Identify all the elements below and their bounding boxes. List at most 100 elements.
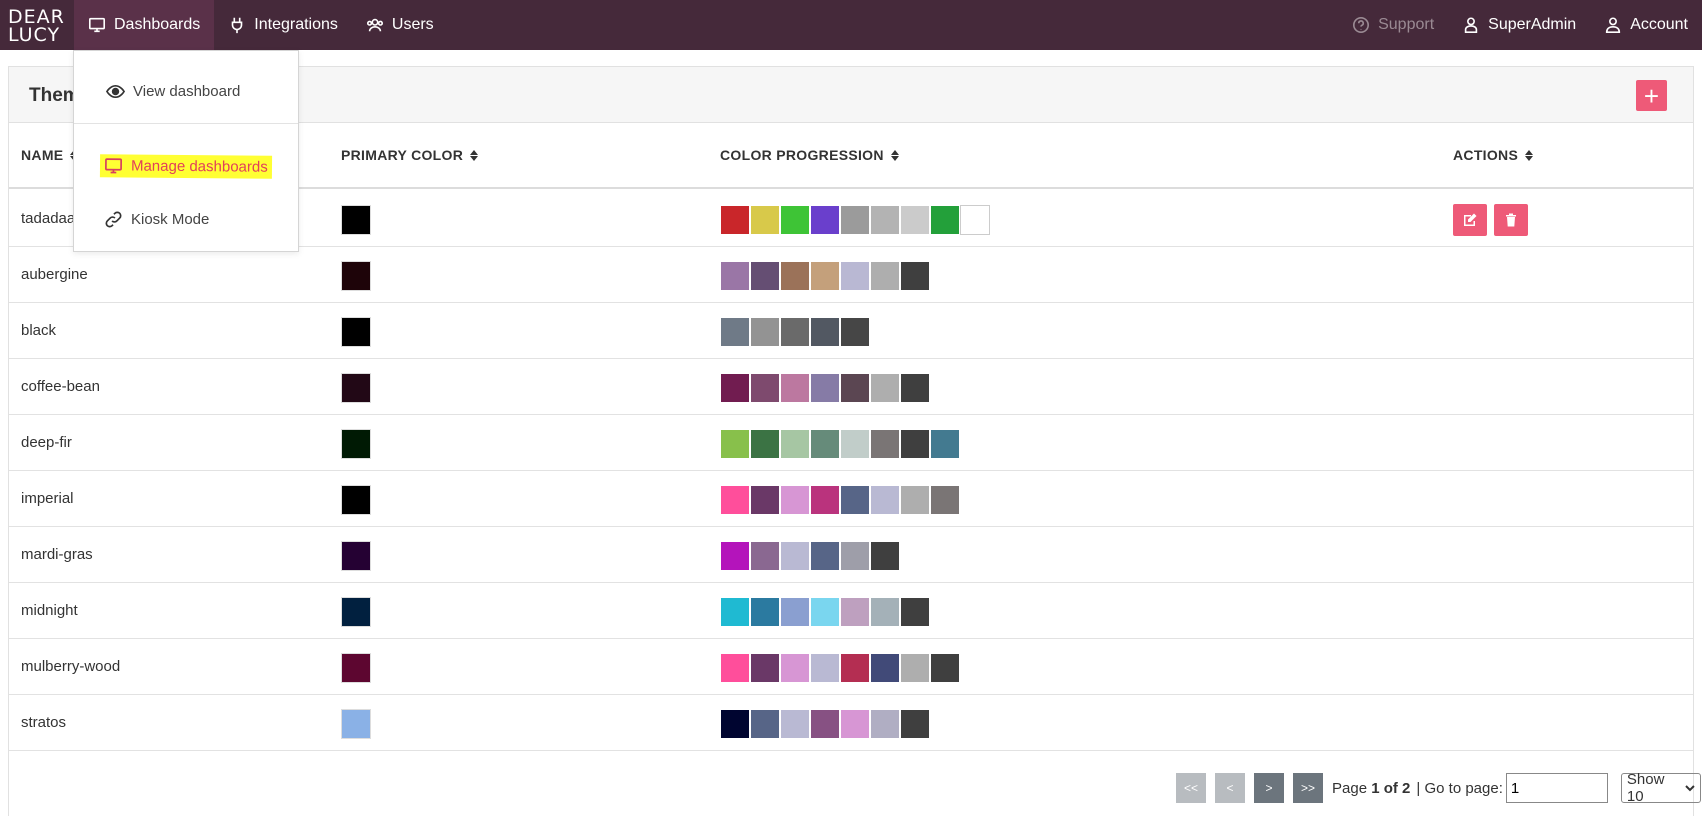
prev-page-button[interactable]: < <box>1215 773 1245 803</box>
theme-name: aubergine <box>21 266 88 283</box>
color-swatch <box>720 429 750 459</box>
theme-name: tadadaa <box>21 210 76 227</box>
nav-dashboards-label: Dashboards <box>114 16 201 33</box>
color-swatch <box>780 485 810 515</box>
color-swatch <box>810 205 840 235</box>
table-row: stratos <box>9 695 1693 751</box>
color-swatch <box>720 541 750 571</box>
color-swatch <box>780 709 810 739</box>
color-progression <box>720 429 960 459</box>
color-swatch <box>810 373 840 403</box>
color-swatch <box>840 541 870 571</box>
menu-item-kiosk-label: Kiosk Mode <box>131 211 210 228</box>
primary-color-swatch <box>341 485 371 515</box>
color-progression <box>720 653 960 683</box>
color-swatch <box>840 597 870 627</box>
color-swatch <box>810 541 840 571</box>
logo[interactable]: DEAR LUCY <box>0 0 74 50</box>
nav-integrations[interactable]: Integrations <box>214 0 352 50</box>
edit-button[interactable] <box>1453 204 1487 236</box>
color-swatch <box>720 317 750 347</box>
add-theme-button[interactable]: + <box>1636 80 1667 111</box>
theme-name: imperial <box>21 490 74 507</box>
sort-icon <box>470 149 479 161</box>
delete-button[interactable] <box>1494 204 1528 236</box>
color-swatch <box>930 205 960 235</box>
menu-item-manage-dashboards[interactable]: Manage dashboards <box>99 154 272 179</box>
color-swatch <box>930 485 960 515</box>
page-indicator: Page 1 of 2 <box>1332 780 1410 797</box>
nav-account[interactable]: Account <box>1590 0 1702 50</box>
nav-support[interactable]: Support <box>1338 0 1448 50</box>
color-swatch <box>840 429 870 459</box>
color-swatch <box>840 485 870 515</box>
first-page-button[interactable]: << <box>1176 773 1206 803</box>
primary-color-swatch <box>341 597 371 627</box>
color-swatch <box>750 429 780 459</box>
theme-name: stratos <box>21 714 67 731</box>
color-progression <box>720 205 990 235</box>
color-swatch <box>750 205 780 235</box>
color-swatch <box>750 317 780 347</box>
color-swatch <box>840 317 870 347</box>
color-swatch <box>720 709 750 739</box>
color-swatch <box>780 261 810 291</box>
color-swatch <box>750 261 780 291</box>
user-shield-icon <box>1464 17 1478 34</box>
dashboards-dropdown: View dashboard Manage dashboards Kiosk M… <box>73 50 299 252</box>
primary-color-swatch <box>341 653 371 683</box>
color-swatch <box>870 541 900 571</box>
last-page-button[interactable]: >> <box>1293 773 1323 803</box>
table-row: mardi-gras <box>9 527 1693 583</box>
theme-name: midnight <box>21 602 78 619</box>
next-page-button[interactable]: > <box>1254 773 1284 803</box>
menu-item-manage-label: Manage dashboards <box>130 157 268 176</box>
color-swatch <box>960 205 990 235</box>
color-swatch <box>900 373 930 403</box>
table-row: deep-fir <box>9 415 1693 471</box>
primary-color-swatch <box>341 373 371 403</box>
color-progression <box>720 541 900 571</box>
nav-users[interactable]: Users <box>352 0 448 50</box>
menu-item-kiosk-mode[interactable]: Kiosk Mode <box>104 210 209 229</box>
sort-icon <box>1525 149 1534 161</box>
header-name[interactable]: NAME <box>21 147 79 163</box>
page-size-select[interactable]: Show 10 <box>1620 771 1701 805</box>
goto-page-input[interactable] <box>1505 773 1608 803</box>
header-primary-color[interactable]: PRIMARY COLOR <box>341 147 479 163</box>
color-swatch <box>900 709 930 739</box>
theme-name: coffee-bean <box>21 378 100 395</box>
color-swatch <box>870 429 900 459</box>
header-actions[interactable]: ACTIONS <box>1453 147 1534 163</box>
menu-item-view-dashboard[interactable]: View dashboard <box>106 82 240 101</box>
table-row: mulberry-wood <box>9 639 1693 695</box>
color-swatch <box>870 709 900 739</box>
header-color-progression[interactable]: COLOR PROGRESSION <box>720 147 899 163</box>
nav-superadmin[interactable]: SuperAdmin <box>1448 0 1590 50</box>
color-swatch <box>720 261 750 291</box>
table-row: coffee-bean <box>9 359 1693 415</box>
table-row: midnight <box>9 583 1693 639</box>
color-swatch <box>810 709 840 739</box>
color-swatch <box>900 205 930 235</box>
row-actions <box>1453 204 1528 236</box>
color-swatch <box>870 597 900 627</box>
color-swatch <box>900 597 930 627</box>
color-swatch <box>840 261 870 291</box>
color-swatch <box>720 653 750 683</box>
nav-users-label: Users <box>391 16 434 33</box>
color-swatch <box>780 429 810 459</box>
theme-name: mulberry-wood <box>21 658 121 675</box>
color-swatch <box>780 373 810 403</box>
nav-dashboards[interactable]: Dashboards <box>74 0 215 50</box>
color-swatch <box>720 597 750 627</box>
color-progression <box>720 317 870 347</box>
top-nav: DEAR LUCY Dashboards Integrations Users … <box>0 0 1702 50</box>
color-swatch <box>780 541 810 571</box>
color-swatch <box>930 429 960 459</box>
color-swatch <box>810 597 840 627</box>
color-swatch <box>900 485 930 515</box>
color-progression <box>720 373 930 403</box>
question-circle-icon <box>1353 16 1370 34</box>
color-swatch <box>780 653 810 683</box>
